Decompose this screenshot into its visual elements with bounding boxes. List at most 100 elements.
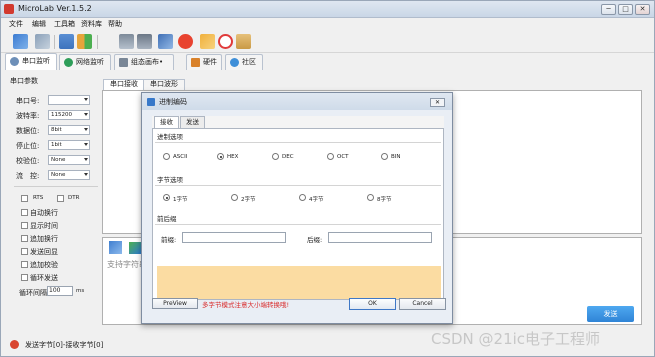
tab-serial-monitor[interactable]: 串口监听 (5, 53, 57, 70)
connection-status-icon (10, 340, 19, 349)
dialog-title-bar: 进制编码 ✕ (142, 93, 452, 110)
parity-select[interactable]: None (48, 155, 90, 165)
tab-community[interactable]: 社区 (225, 54, 263, 70)
radio-ascii[interactable] (163, 153, 170, 160)
tab-serial-waveform[interactable]: 串口波形 (143, 79, 185, 90)
auto-wrap-checkbox[interactable] (21, 209, 28, 216)
chevron-down-icon (84, 98, 88, 101)
databits-select[interactable]: 8bit (48, 125, 90, 135)
community-icon (230, 58, 239, 67)
suffix-input[interactable] (328, 232, 432, 243)
wand-icon[interactable] (158, 34, 173, 49)
tab-canvas[interactable]: 组态画布• (114, 54, 174, 70)
minimize-button[interactable]: ─ (601, 4, 616, 15)
chevron-down-icon (84, 128, 88, 131)
port-select[interactable] (48, 95, 90, 105)
rts-label: RTS (33, 195, 44, 201)
databits-row: 数据位: 8bit (16, 125, 98, 136)
cancel-button[interactable]: Cancel (399, 298, 446, 310)
baud-select[interactable]: 115200 (48, 110, 90, 120)
book-icon[interactable] (236, 34, 251, 49)
radio-dec-label: DEC (282, 154, 294, 160)
flowcontrol-row: 流 控: None (16, 170, 98, 181)
tab-serial-receive[interactable]: 串口接收 (103, 79, 145, 90)
send-echo-checkbox[interactable] (21, 248, 28, 255)
calculator-icon[interactable] (119, 34, 134, 49)
radio-hex[interactable] (217, 153, 224, 160)
send-tool-icon[interactable] (109, 241, 122, 254)
menu-toolbox[interactable]: 工具箱 (54, 19, 75, 29)
close-button[interactable]: ✕ (635, 4, 650, 15)
preview-output-area (157, 266, 441, 299)
list-icon[interactable] (137, 34, 152, 49)
append-checksum-checkbox[interactable] (21, 261, 28, 268)
encoding-dialog: 进制编码 ✕ 接收 发送 进制选项 ASCII HEX DEC OCT BIN … (141, 92, 453, 324)
menu-file[interactable]: 文件 (9, 19, 23, 29)
menu-help[interactable]: 帮助 (108, 19, 122, 29)
toolbar (1, 31, 654, 53)
loop-send-checkbox[interactable] (21, 274, 28, 281)
radio-2-byte[interactable] (231, 194, 238, 201)
port-label: 串口号: (16, 97, 40, 105)
tab-hardware[interactable]: 硬件 (186, 54, 222, 70)
auto-wrap-label: 自动换行 (30, 209, 58, 217)
parity-label: 校验位: (16, 157, 40, 165)
tab-label: 组态画布• (131, 58, 164, 66)
chevron-down-icon (84, 158, 88, 161)
suffix-label: 后缀: (307, 236, 323, 244)
connect-icon[interactable] (13, 34, 28, 49)
loop-interval-input[interactable]: 100 (47, 286, 73, 296)
show-time-label: 显示时间 (30, 222, 58, 230)
heart-icon[interactable] (218, 34, 233, 49)
radio-8-byte[interactable] (367, 194, 374, 201)
c-language-icon[interactable] (178, 34, 193, 49)
tab-network-monitor[interactable]: 网络监听 (59, 54, 111, 70)
tab-send[interactable]: 发送 (180, 116, 205, 128)
divider (155, 185, 441, 186)
ok-button[interactable]: OK (349, 298, 396, 310)
menu-edit[interactable]: 编辑 (32, 19, 46, 29)
databits-label: 数据位: (16, 127, 40, 135)
divider (155, 224, 441, 225)
disconnect-icon[interactable] (35, 34, 50, 49)
databits-value: 8bit (51, 127, 62, 133)
send-button[interactable]: 发送 (587, 306, 634, 322)
tab-label: 网络监听 (76, 58, 104, 66)
maximize-button[interactable]: □ (618, 4, 633, 15)
tab-receive[interactable]: 接收 (154, 116, 179, 128)
stopbits-select[interactable]: 1bit (48, 140, 90, 150)
base-group-title: 进制选项 (157, 133, 183, 141)
globe-icon (64, 58, 73, 67)
flowcontrol-select[interactable]: None (48, 170, 90, 180)
append-newline-label: 追加换行 (30, 235, 58, 243)
show-time-checkbox[interactable] (21, 222, 28, 229)
layout-icon[interactable] (59, 34, 74, 49)
rts-checkbox[interactable] (21, 195, 28, 202)
transfer-icon[interactable] (77, 34, 92, 49)
stopbits-row: 停止位: 1bit (16, 140, 98, 151)
radio-4-byte[interactable] (299, 194, 306, 201)
radio-dec[interactable] (272, 153, 279, 160)
chevron-down-icon (84, 143, 88, 146)
encoding-tool-icon[interactable] (129, 242, 141, 254)
radio-bin[interactable] (381, 153, 388, 160)
radio-oct-label: OCT (337, 154, 349, 160)
radio-oct[interactable] (327, 153, 334, 160)
affix-group-title: 前后缀 (157, 215, 177, 223)
dialog-close-button[interactable]: ✕ (430, 98, 445, 107)
dtr-label: DTR (68, 195, 80, 201)
parity-value: None (51, 157, 66, 163)
dialog-icon (147, 98, 155, 106)
prefix-input[interactable] (182, 232, 286, 243)
dtr-checkbox[interactable] (57, 195, 64, 202)
stopbits-value: 1bit (51, 142, 62, 148)
key-icon[interactable] (200, 34, 215, 49)
preview-button[interactable]: PreView (152, 298, 198, 309)
radio-4-byte-label: 4字节 (309, 197, 324, 203)
append-newline-checkbox[interactable] (21, 235, 28, 242)
flowcontrol-label: 流 控: (16, 172, 40, 180)
radio-1-byte[interactable] (163, 194, 170, 201)
menu-library[interactable]: 资料库 (81, 19, 102, 29)
toolbar-separator (54, 35, 55, 49)
parity-row: 校验位: None (16, 155, 98, 166)
